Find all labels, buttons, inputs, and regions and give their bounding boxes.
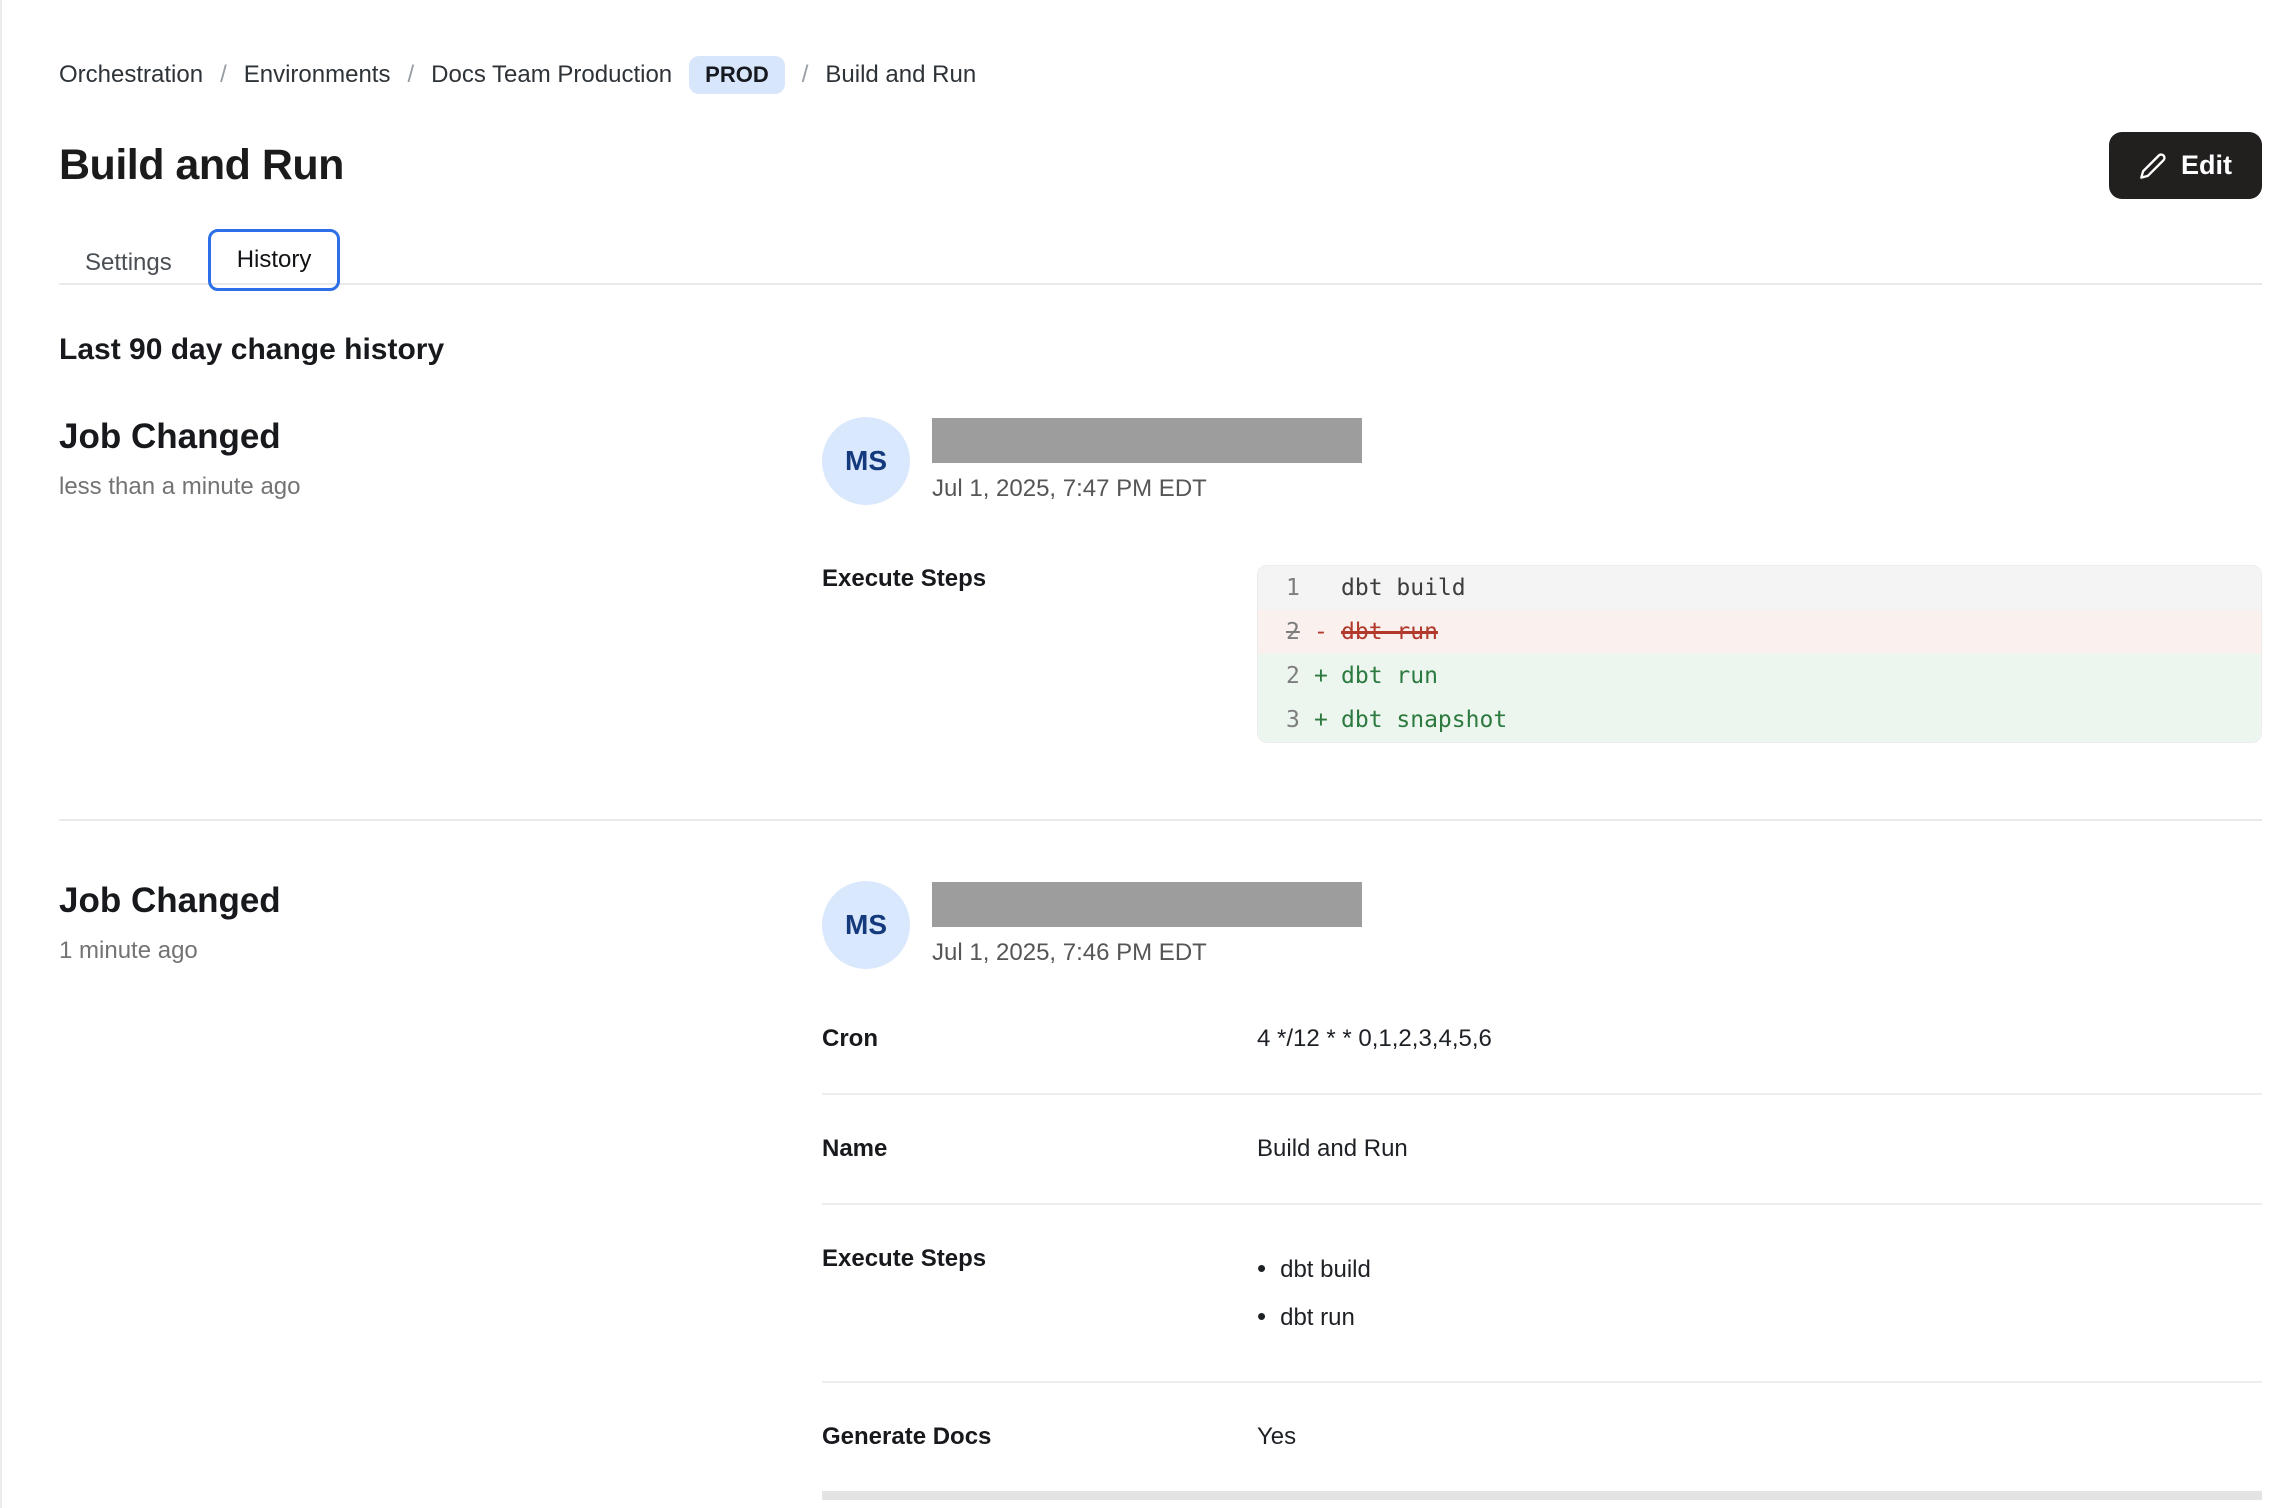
- edit-button[interactable]: Edit: [2109, 132, 2262, 199]
- breadcrumb-separator: /: [407, 61, 414, 89]
- breadcrumb: Orchestration / Environments / Docs Team…: [59, 56, 2262, 94]
- author-row: MS Jul 1, 2025, 7:46 PM EDT: [822, 881, 2262, 969]
- entry-detail: MS Jul 1, 2025, 7:47 PM EDT Execute Step…: [822, 417, 2262, 743]
- changed-fields: Cron 4 */12 * * 0,1,2,3,4,5,6 Name Build…: [822, 1025, 2262, 1500]
- redacted-user-name: [932, 882, 1362, 927]
- redacted-user-name: [932, 418, 1362, 463]
- author-meta: Jul 1, 2025, 7:47 PM EDT: [932, 417, 1362, 505]
- diff-line-number: 3: [1258, 707, 1314, 733]
- tab-bar: Settings History: [59, 229, 2262, 291]
- field-label: Execute Steps: [822, 565, 1257, 593]
- field-label: Cron: [822, 1025, 1257, 1053]
- diff-line-context: 1 dbt build: [1258, 566, 2261, 610]
- change-history-heading: Last 90 day change history: [59, 333, 2262, 367]
- job-history-page: Orchestration / Environments / Docs Team…: [2, 0, 2292, 1508]
- breadcrumb-separator: /: [802, 61, 809, 89]
- event-relative-time: less than a minute ago: [59, 473, 822, 501]
- execute-step-item: dbt run: [1257, 1293, 2262, 1341]
- diff-line-number: 2: [1258, 663, 1314, 689]
- field-label: Name: [822, 1135, 1257, 1163]
- entry-summary: Job Changed less than a minute ago: [59, 417, 822, 743]
- change-timestamp: Jul 1, 2025, 7:46 PM EDT: [932, 939, 1362, 967]
- edit-button-label: Edit: [2181, 150, 2232, 181]
- diff-line-added: 3 +dbt snapshot: [1258, 698, 2261, 742]
- event-name: Job Changed: [59, 881, 822, 921]
- tab-bar-divider: [59, 283, 2262, 285]
- field-row-execute-steps: Execute Steps dbt build dbt run: [822, 1203, 2262, 1381]
- event-relative-time: 1 minute ago: [59, 937, 822, 965]
- history-entry: Job Changed less than a minute ago MS Ju…: [59, 367, 2262, 819]
- field-label: Execute Steps: [822, 1245, 1257, 1273]
- diff-code-text: dbt build: [1341, 575, 1466, 601]
- execute-steps-list: dbt build dbt run: [1257, 1245, 2262, 1341]
- field-value: Yes: [1257, 1423, 2262, 1451]
- diff-sign-plus: +: [1314, 663, 1341, 689]
- execute-steps-diff: 1 dbt build 2 -dbt run 2 +dbt run 3 +dbt…: [1257, 565, 2262, 743]
- field-row-name: Name Build and Run: [822, 1093, 2262, 1203]
- field-row-generate-docs: Generate Docs Yes: [822, 1381, 2262, 1491]
- field-value: Build and Run: [1257, 1135, 2262, 1163]
- diff-code-text: dbt snapshot: [1341, 707, 1507, 733]
- diff-sign-minus: -: [1314, 619, 1341, 645]
- user-avatar: MS: [822, 881, 910, 969]
- breadcrumb-environments[interactable]: Environments: [244, 61, 391, 89]
- diff-line-removed: 2 -dbt run: [1258, 610, 2261, 654]
- field-value: 4 */12 * * 0,1,2,3,4,5,6: [1257, 1025, 2262, 1053]
- entry-summary: Job Changed 1 minute ago: [59, 881, 822, 1500]
- breadcrumb-environment-name[interactable]: Docs Team Production: [431, 61, 672, 89]
- diff-sign-plus: +: [1314, 707, 1341, 733]
- change-timestamp: Jul 1, 2025, 7:47 PM EDT: [932, 475, 1362, 503]
- diff-code-text: dbt run: [1341, 619, 1438, 645]
- breadcrumb-orchestration[interactable]: Orchestration: [59, 61, 203, 89]
- page-header: Build and Run Edit: [59, 132, 2262, 199]
- field-row-execute-steps: Execute Steps 1 dbt build 2 -dbt run 2 +…: [822, 565, 2262, 743]
- tab-history[interactable]: History: [208, 229, 341, 291]
- diff-line-added: 2 +dbt run: [1258, 654, 2261, 698]
- breadcrumb-separator: /: [220, 61, 227, 89]
- environment-prod-badge: PROD: [689, 56, 785, 94]
- tab-settings[interactable]: Settings: [59, 235, 198, 291]
- event-name: Job Changed: [59, 417, 822, 457]
- history-entry: Job Changed 1 minute ago MS Jul 1, 2025,…: [59, 819, 2262, 1508]
- execute-step-item: dbt build: [1257, 1245, 2262, 1293]
- edit-pencil-icon: [2139, 152, 2167, 180]
- diff-code-text: dbt run: [1341, 663, 1438, 689]
- author-meta: Jul 1, 2025, 7:46 PM EDT: [932, 881, 1362, 969]
- breadcrumb-current-page: Build and Run: [825, 61, 976, 89]
- next-row-partially-visible: [822, 1491, 2262, 1500]
- diff-line-number: 2: [1258, 619, 1314, 645]
- diff-line-number: 1: [1258, 575, 1314, 601]
- author-row: MS Jul 1, 2025, 7:47 PM EDT: [822, 417, 2262, 505]
- field-row-cron: Cron 4 */12 * * 0,1,2,3,4,5,6: [822, 1025, 2262, 1093]
- page-title: Build and Run: [59, 141, 344, 190]
- field-label: Generate Docs: [822, 1423, 1257, 1451]
- user-avatar: MS: [822, 417, 910, 505]
- entry-detail: MS Jul 1, 2025, 7:46 PM EDT Cron 4 */12 …: [822, 881, 2262, 1500]
